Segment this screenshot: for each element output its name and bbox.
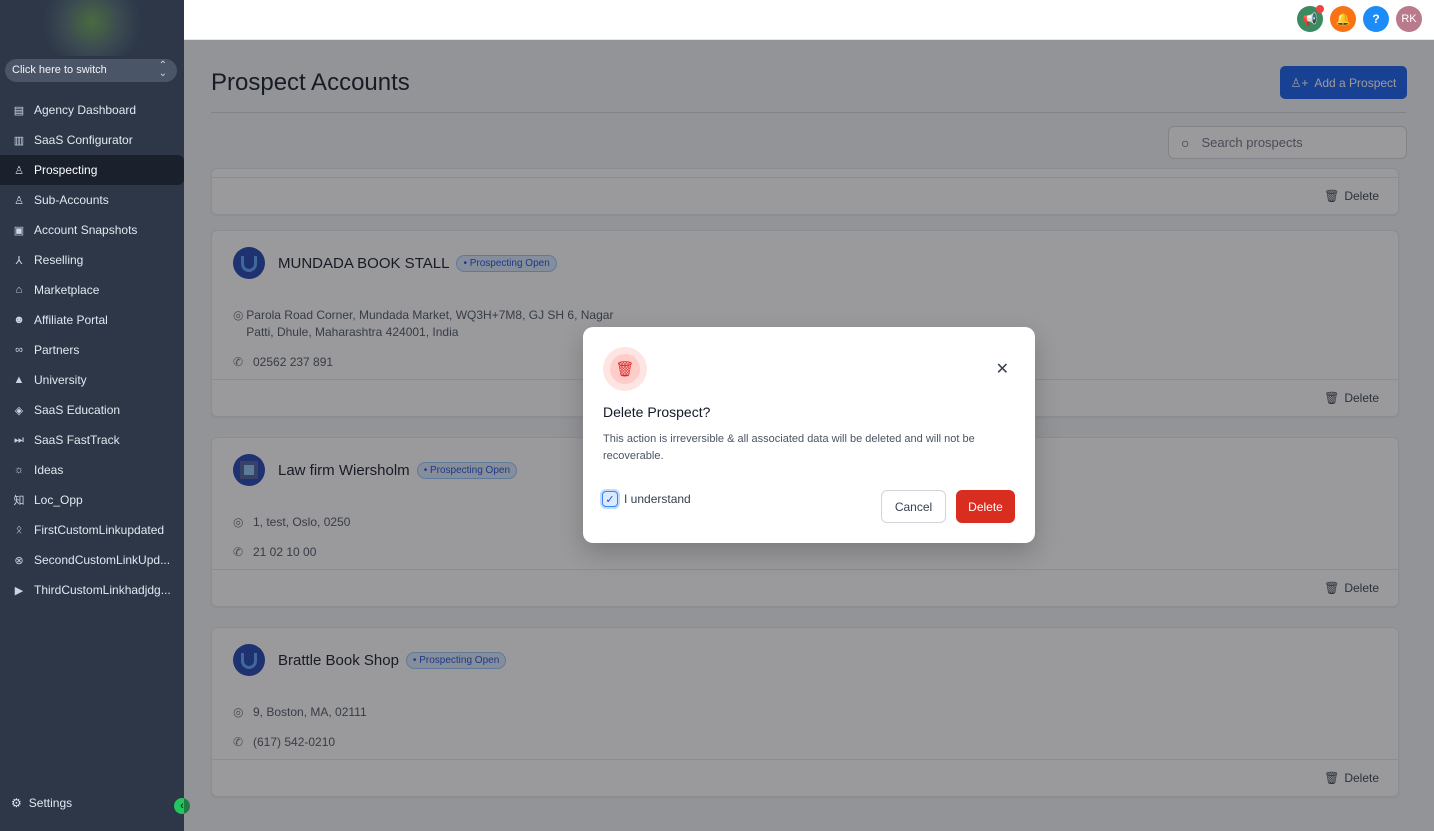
dialog-message: This action is irreversible & all associ…	[603, 433, 975, 462]
sidebar-item-partners[interactable]: ∞ Partners	[0, 335, 184, 365]
chevron-updown-icon: ⌃ ⌄	[158, 60, 167, 79]
trash-icon: 🗑	[610, 354, 640, 384]
sidebar-item-label: Prospecting	[34, 163, 98, 177]
graduation-cap-icon: ▲	[13, 374, 25, 386]
sidebar-item-thirdcustomlinkhadjdg[interactable]: ▶ ThirdCustomLinkhadjdg...	[0, 575, 184, 605]
snapshot-icon: ▣	[13, 224, 25, 237]
group-icon: ☻	[13, 314, 25, 326]
sidebar-item-label: SaaS Education	[34, 403, 121, 417]
sidebar-item-label: Sub-Accounts	[34, 193, 109, 207]
notification-dot	[1316, 5, 1324, 13]
sidebar-item-sub-accounts[interactable]: ♙ Sub-Accounts	[0, 185, 184, 215]
handshake-icon: ∞	[15, 344, 23, 356]
bar-chart-icon: ▥	[13, 134, 25, 147]
sidebar-item-label: Partners	[34, 343, 80, 357]
sidebar-item-agency-dashboard[interactable]: ▤ Agency Dashboard	[0, 95, 184, 125]
announcement-button[interactable]: 📢	[1297, 5, 1324, 32]
checkbox-checked-icon[interactable]: ✓	[602, 491, 618, 507]
sidebar-item-label: Affiliate Portal	[34, 313, 108, 327]
sidebar-item-label: ThirdCustomLinkhadjdg...	[34, 583, 171, 597]
zhihu-icon: 知	[13, 495, 25, 507]
avatar-initials: RK	[1401, 13, 1417, 25]
sidebar-item-label: Ideas	[34, 463, 64, 477]
account-switcher[interactable]: Click here to switch ⌃ ⌄	[5, 59, 177, 82]
sidebar-item-ideas[interactable]: ☼ Ideas	[0, 455, 184, 485]
bell-icon: 🔔	[1335, 12, 1351, 26]
sidebar-item-marketplace[interactable]: ⌂ Marketplace	[0, 275, 184, 305]
bag-icon: ⌂	[15, 284, 23, 296]
sidebar-item-label: Reselling	[34, 253, 84, 267]
sidebar-item-affiliate-portal[interactable]: ☻ Affiliate Portal	[0, 305, 184, 335]
checkbox-label: I understand	[624, 492, 691, 506]
sidebar-item-label: FirstCustomLinkupdated	[34, 523, 165, 537]
sidebar-item-label: Loc_Opp	[34, 493, 83, 507]
walking-icon: ᛟ	[15, 524, 23, 536]
sidebar-item-label: Account Snapshots	[34, 223, 138, 237]
xbox-icon: ⊗	[14, 554, 24, 567]
dialog-title: Delete Prospect?	[603, 404, 711, 420]
sidebar-item-label: University	[34, 373, 87, 387]
top-bar: 📢 🔔 ? RK	[184, 0, 1434, 40]
sidebar-item-saas-fasttrack[interactable]: ⏭ SaaS FastTrack	[0, 425, 184, 455]
sidebar-item-reselling[interactable]: ⅄ Reselling	[0, 245, 184, 275]
users-search-icon: ♙	[14, 164, 24, 177]
cancel-button[interactable]: Cancel	[881, 490, 946, 523]
sidebar-item-loc-opp[interactable]: 知 Loc_Opp	[0, 485, 184, 515]
sidebar-item-saas-education[interactable]: ◈ SaaS Education	[0, 395, 184, 425]
sidebar-nav: ▤ Agency Dashboard ▥ SaaS Configurator ♙ Pros…	[0, 95, 184, 605]
sidebar-item-label: Agency Dashboard	[34, 103, 137, 117]
close-icon[interactable]: ✕	[996, 359, 1009, 379]
agency-logo	[40, 0, 144, 56]
network-icon: ⅄	[15, 254, 23, 267]
sidebar-item-label: SecondCustomLinkUpd...	[34, 553, 171, 567]
sidebar-item-label: SaaS FastTrack	[34, 433, 120, 447]
delete-prospect-dialog: 🗑 ✕ Delete Prospect? This action is irre…	[583, 327, 1035, 543]
sidebar-item-label: Settings	[28, 796, 73, 810]
sidebar-item-prospecting[interactable]: ♙ Prospecting	[0, 155, 184, 185]
megaphone-icon: 📢	[1302, 12, 1318, 26]
sidebar-item-university[interactable]: ▲ University	[0, 365, 184, 395]
youtube-icon: ▶	[14, 584, 24, 597]
sidebar-item-firstcustomlinkupdated[interactable]: ᛟ FirstCustomLinkupdated	[0, 515, 184, 545]
box-icon: ◈	[14, 404, 24, 417]
dashboard-icon: ▤	[13, 104, 25, 117]
switcher-label: Click here to switch	[12, 64, 107, 76]
sidebar-item-secondcustomlinkupd[interactable]: ⊗ SecondCustomLinkUpd...	[0, 545, 184, 575]
gear-icon: ⚙	[11, 796, 22, 810]
sidebar-item-settings[interactable]: ⚙ Settings	[11, 796, 72, 810]
dialog-icon: 🗑	[603, 347, 647, 391]
help-icon: ?	[1372, 12, 1380, 26]
sidebar-item-label: SaaS Configurator	[34, 133, 133, 147]
understand-checkbox[interactable]: ✓ I understand	[602, 491, 691, 507]
confirm-delete-button[interactable]: Delete	[956, 490, 1015, 523]
help-button[interactable]: ?	[1363, 6, 1389, 32]
sidebar-item-account-snapshots[interactable]: ▣ Account Snapshots	[0, 215, 184, 245]
user-avatar[interactable]: RK	[1396, 6, 1422, 32]
sidebar-item-saas-configurator[interactable]: ▥ SaaS Configurator	[0, 125, 184, 155]
sidebar: Click here to switch ⌃ ⌄ ▤ Agency Dashboar…	[0, 0, 184, 831]
sidebar-item-label: Marketplace	[34, 283, 100, 297]
lightbulb-icon: ☼	[13, 464, 25, 476]
fast-forward-icon: ⏭	[14, 433, 24, 446]
notifications-button[interactable]: 🔔	[1330, 6, 1356, 32]
user-icon: ♙	[14, 194, 24, 207]
